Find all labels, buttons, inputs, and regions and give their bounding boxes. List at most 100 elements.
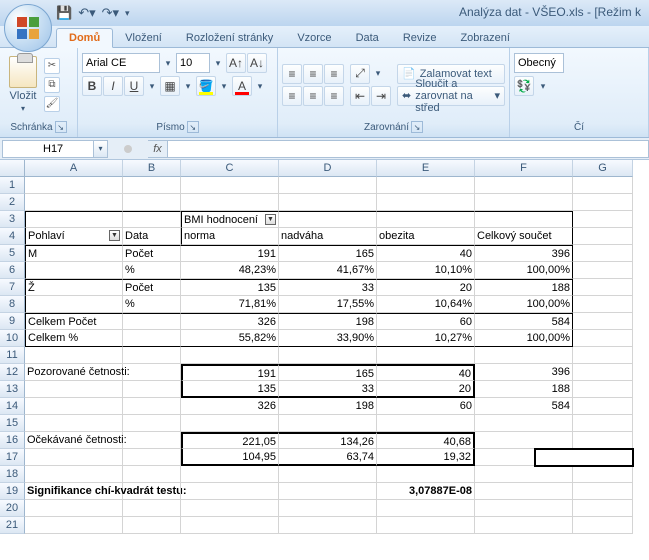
cell[interactable]: 19,32 <box>377 449 475 466</box>
underline-button[interactable]: U <box>124 76 144 96</box>
align-bottom-icon[interactable]: ≡ <box>324 64 344 84</box>
col-header[interactable]: E <box>377 160 475 177</box>
align-top-icon[interactable]: ≡ <box>282 64 302 84</box>
cell[interactable]: 10,64% <box>377 296 475 313</box>
curr-dd-icon[interactable]: ▾ <box>536 76 550 96</box>
row-header[interactable]: 18 <box>0 466 25 483</box>
cell[interactable]: % <box>123 296 181 313</box>
cell[interactable]: Počet <box>123 245 181 262</box>
row-header[interactable]: 15 <box>0 415 25 432</box>
cell[interactable]: 48,23% <box>181 262 279 279</box>
cell[interactable]: 40 <box>377 245 475 262</box>
cell[interactable]: 165 <box>279 245 377 262</box>
currency-icon[interactable]: 💱 <box>514 76 534 96</box>
paste-button[interactable]: Vložit ▾ <box>4 54 42 115</box>
cell[interactable]: 71,81% <box>181 296 279 313</box>
cell[interactable]: 198 <box>279 398 377 415</box>
font-color-button[interactable]: A <box>232 76 252 96</box>
row-header[interactable]: 4 <box>0 228 25 245</box>
cell[interactable]: 100,00% <box>475 296 573 313</box>
cell[interactable]: Celkem Počet <box>25 313 123 330</box>
align-center-icon[interactable]: ≡ <box>303 86 323 106</box>
select-all-corner[interactable] <box>0 160 25 177</box>
redo-icon[interactable]: ↷▾ <box>102 5 119 21</box>
cell[interactable]: 33,90% <box>279 330 377 347</box>
col-header[interactable]: A <box>25 160 123 177</box>
cell[interactable]: 104,95 <box>181 449 279 466</box>
row-header[interactable]: 6 <box>0 262 25 279</box>
cell[interactable]: 326 <box>181 398 279 415</box>
font-launcher-icon[interactable]: ↘ <box>187 121 199 133</box>
number-format-select[interactable] <box>514 53 564 73</box>
cell[interactable]: 20 <box>377 279 475 296</box>
cell[interactable]: 20 <box>377 381 475 398</box>
tab-data[interactable]: Data <box>344 29 391 47</box>
cell[interactable]: 188 <box>475 279 573 296</box>
cell[interactable]: 134,26 <box>279 432 377 449</box>
cell[interactable]: 188 <box>475 381 573 398</box>
col-header[interactable]: C <box>181 160 279 177</box>
row-header[interactable]: 20 <box>0 500 25 517</box>
cell[interactable]: M <box>25 245 123 262</box>
orient-dd-icon[interactable]: ▾ <box>371 64 385 84</box>
row-header[interactable]: 14 <box>0 398 25 415</box>
cell[interactable]: Pozorované četnosti: <box>25 364 123 381</box>
cell[interactable]: BMI hodnocení▼ <box>181 211 279 228</box>
align-left-icon[interactable]: ≡ <box>282 86 302 106</box>
name-box[interactable]: H17 <box>2 140 94 158</box>
namebox-dd-icon[interactable]: ▾ <box>94 140 108 158</box>
cell[interactable]: 191 <box>181 364 279 381</box>
cell[interactable]: Pohlaví▼ <box>25 228 123 245</box>
cell[interactable]: 40,68 <box>377 432 475 449</box>
cell[interactable]: 584 <box>475 398 573 415</box>
font-name-input[interactable] <box>82 53 160 73</box>
save-icon[interactable]: 💾 <box>56 5 72 21</box>
filter-dd-icon[interactable]: ▼ <box>109 230 120 241</box>
fontcolor-dd-icon[interactable]: ▾ <box>253 76 267 96</box>
row-header[interactable]: 21 <box>0 517 25 534</box>
tab-view[interactable]: Zobrazení <box>448 29 522 47</box>
indent-dec-icon[interactable]: ⇤ <box>350 86 370 106</box>
row-header[interactable]: 3 <box>0 211 25 228</box>
row-header[interactable]: 16 <box>0 432 25 449</box>
cell[interactable]: Celkový součet <box>475 228 573 245</box>
office-button[interactable] <box>4 4 52 52</box>
cell[interactable]: Očekávané četnosti: <box>25 432 123 449</box>
font-dd-icon[interactable]: ▾ <box>161 53 175 73</box>
cell[interactable]: 221,05 <box>181 432 279 449</box>
cell[interactable]: nadváha <box>279 228 377 245</box>
qat-dropdown-icon[interactable]: ▾ <box>125 8 130 19</box>
border-dd-icon[interactable]: ▾ <box>181 76 195 96</box>
cell[interactable]: 396 <box>475 245 573 262</box>
cell[interactable]: obezita <box>377 228 475 245</box>
cell[interactable]: 33 <box>279 381 377 398</box>
cell[interactable]: 135 <box>181 279 279 296</box>
row-header[interactable]: 9 <box>0 313 25 330</box>
clipboard-launcher-icon[interactable]: ↘ <box>55 121 67 133</box>
cell[interactable]: 198 <box>279 313 377 330</box>
bold-button[interactable]: B <box>82 76 102 96</box>
cell[interactable]: 135 <box>181 381 279 398</box>
tab-layout[interactable]: Rozložení stránky <box>174 29 285 47</box>
fill-dd-icon[interactable]: ▾ <box>217 76 231 96</box>
cell[interactable]: 165 <box>279 364 377 381</box>
row-header[interactable]: 10 <box>0 330 25 347</box>
col-header[interactable]: D <box>279 160 377 177</box>
formula-bar[interactable] <box>168 140 649 158</box>
row-header[interactable]: 1 <box>0 177 25 194</box>
row-header[interactable]: 5 <box>0 245 25 262</box>
cell[interactable]: % <box>123 262 181 279</box>
cell[interactable]: Data <box>123 228 181 245</box>
align-right-icon[interactable]: ≡ <box>324 86 344 106</box>
shrink-font-icon[interactable]: A↓ <box>247 53 267 73</box>
font-size-input[interactable] <box>176 53 210 73</box>
cell[interactable]: 10,27% <box>377 330 475 347</box>
tab-review[interactable]: Revize <box>391 29 449 47</box>
cell[interactable]: 33 <box>279 279 377 296</box>
cut-icon[interactable]: ✂ <box>44 58 60 74</box>
cell[interactable]: Signifikance chí-kvadrát testu: <box>25 483 123 500</box>
cell[interactable]: 396 <box>475 364 573 381</box>
worksheet[interactable]: A B C D E F G 1 2 3BMI hodnocení▼ 4Pohla… <box>0 160 649 560</box>
cell[interactable]: Ž <box>25 279 123 296</box>
cell[interactable]: 63,74 <box>279 449 377 466</box>
